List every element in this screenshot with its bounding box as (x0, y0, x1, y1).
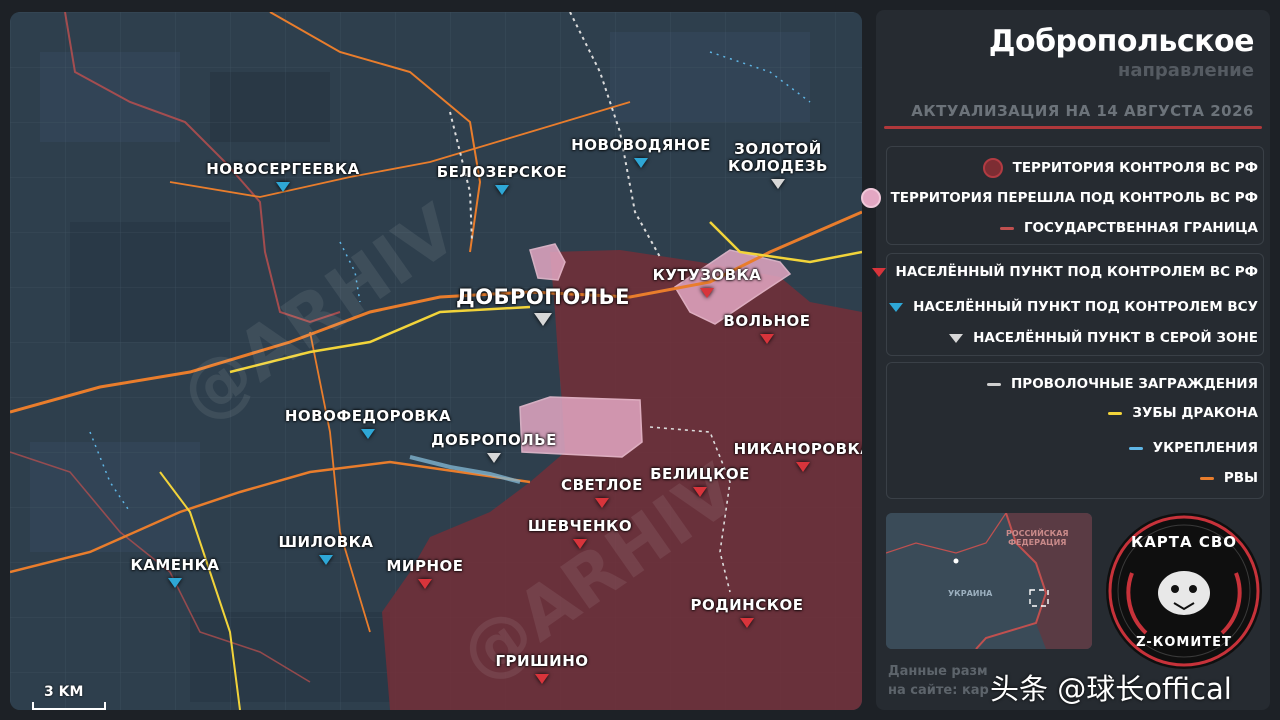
settlement-marker-icon[interactable] (534, 313, 552, 326)
legend-label: НАСЕЛЁННЫЙ ПУНКТ ПОД КОНТРОЛЕМ ВС РФ (895, 264, 1258, 280)
legend-label: РВЫ (1223, 470, 1258, 486)
legend-label: ТЕРРИТОРИЯ ПЕРЕШЛА ПОД КОНТРОЛЬ ВС РФ (890, 190, 1258, 206)
legend-swatch-icon (987, 382, 1001, 386)
legend-label: ПРОВОЛОЧНЫЕ ЗАГРАЖДЕНИЯ (1011, 376, 1258, 392)
settlement-marker-icon[interactable] (634, 158, 648, 168)
settlement-marker-icon[interactable] (760, 334, 774, 344)
legend-swatch-icon (1128, 446, 1143, 450)
place-label-novofedorovka[interactable]: НОВОФЕДОРОВКА (285, 408, 451, 425)
logo-top-text: КАРТА СВО (1130, 533, 1238, 551)
settlement-marker-icon[interactable] (700, 288, 714, 298)
place-label-belitskoe[interactable]: БЕЛИЦКОЕ (650, 466, 750, 483)
legend-label: ГОСУДАРСТВЕННАЯ ГРАНИЦА (1023, 220, 1258, 236)
place-label-shevchenko[interactable]: ШЕВЧЕНКО (528, 518, 632, 535)
place-label-kutuzovka[interactable]: КУТУЗОВКА (653, 267, 762, 284)
logo-bottom-text: Z-КОМИТЕТ (1136, 635, 1232, 650)
scale-label: 3 KM (44, 684, 84, 700)
place-label-mirnoe[interactable]: МИРНОЕ (386, 558, 463, 575)
legend-label: ЗУБЫ ДРАКОНА (1132, 405, 1258, 421)
footer-note: Данные разм на сайте: кар (888, 662, 989, 700)
legend-swatch-icon (1108, 411, 1123, 415)
legend-panel: Добропольское направление АКТУАЛИЗАЦИЯ Н… (860, 10, 1270, 710)
place-label-kamenka[interactable]: КАМЕНКА (131, 557, 220, 574)
legend-swatch-icon (889, 302, 904, 312)
settlement-marker-icon[interactable] (693, 487, 707, 497)
settlement-marker-icon[interactable] (595, 498, 609, 508)
settlement-marker-icon[interactable] (487, 453, 501, 463)
settlement-marker-icon[interactable] (796, 462, 810, 472)
place-label-volnoe[interactable]: ВОЛЬНОЕ (723, 313, 810, 330)
settlement-marker-icon[interactable] (535, 674, 549, 684)
legend-swatch-icon (1199, 476, 1214, 480)
legend-row-area: ГОСУДАРСТВЕННАЯ ГРАНИЦА (999, 218, 1258, 238)
place-label-dobropolye[interactable]: ДОБРОПОЛЬЕ (431, 432, 557, 449)
place-label-zolotoy-kolodez[interactable]: ЗОЛОТОЙ КОЛОДЕЗЬ (728, 141, 828, 175)
footer-line-2: на сайте: кар (888, 683, 989, 698)
place-label-svetloe[interactable]: СВЕТЛОЕ (561, 477, 643, 494)
settlement-marker-icon[interactable] (771, 179, 785, 189)
scale-bar-line (32, 702, 106, 710)
panel-subtitle: направление (1117, 60, 1254, 81)
legend-swatch-icon (999, 226, 1014, 230)
legend-label: НАСЕЛЁННЫЙ ПУНКТ В СЕРОЙ ЗОНЕ (973, 330, 1258, 346)
legend-label: НАСЕЛЁННЫЙ ПУНКТ ПОД КОНТРОЛЕМ ВСУ (913, 299, 1258, 315)
settlement-marker-icon[interactable] (740, 618, 754, 628)
legend-row-defense: ПРОВОЛОЧНЫЕ ЗАГРАЖДЕНИЯ (987, 374, 1258, 394)
inset-label-ukraine: УКРАИНА (948, 589, 993, 598)
legend-row-place: НАСЕЛЁННЫЙ ПУНКТ ПОД КОНТРОЛЕМ ВСУ (889, 297, 1258, 317)
place-label-grishino[interactable]: ГРИШИНО (496, 653, 589, 670)
settlement-marker-icon[interactable] (418, 579, 432, 589)
place-label-dobropolye-city[interactable]: ДОБРОПОЛЬЕ (456, 285, 630, 309)
place-label-nikanorovka[interactable]: НИКАНОРОВКА (734, 441, 862, 458)
update-date: АКТУАЛИЗАЦИЯ НА 14 АВГУСТА 2026 (911, 102, 1254, 120)
legend-label: УКРЕПЛЕНИЯ (1152, 440, 1258, 456)
inset-label-russia: РОССИЙСКАЯ ФЕДЕРАЦИЯ (1006, 529, 1069, 547)
place-label-shilovka[interactable]: ШИЛОВКА (278, 534, 373, 551)
legend-row-defense: УКРЕПЛЕНИЯ (1128, 438, 1258, 458)
corner-watermark: 头条 @球长offical (990, 672, 1232, 706)
legend-row-defense: РВЫ (1199, 468, 1258, 488)
footer-line-1: Данные разм (888, 664, 988, 679)
legend-swatch-icon (860, 188, 881, 208)
legend-row-area: ТЕРРИТОРИЯ КОНТРОЛЯ ВС РФ (982, 158, 1258, 178)
place-label-novosergeevka[interactable]: НОВОСЕРГЕЕВКА (206, 161, 360, 178)
logo: КАРТА СВО Z-КОМИТЕТ (1106, 513, 1262, 669)
legend-row-defense: ЗУБЫ ДРАКОНА (1108, 403, 1258, 423)
overview-inset-map: РОССИЙСКАЯ ФЕДЕРАЦИЯ УКРАИНА (886, 513, 1092, 649)
legend-swatch-icon (949, 333, 964, 343)
panel-title: Добропольское (988, 24, 1255, 59)
settlement-marker-icon[interactable] (276, 182, 290, 192)
legend-label: ТЕРРИТОРИЯ КОНТРОЛЯ ВС РФ (1012, 160, 1258, 176)
settlement-marker-icon[interactable] (361, 429, 375, 439)
settlement-marker-icon[interactable] (319, 555, 333, 565)
legend-swatch-icon (982, 158, 1003, 178)
settlement-marker-icon[interactable] (573, 539, 587, 549)
legend-row-place: НАСЕЛЁННЫЙ ПУНКТ ПОД КОНТРОЛЕМ ВС РФ (871, 262, 1258, 282)
legend-row-place: НАСЕЛЁННЫЙ ПУНКТ В СЕРОЙ ЗОНЕ (949, 328, 1258, 348)
scale-bar: 3 KM (32, 684, 106, 710)
settlement-marker-icon[interactable] (168, 578, 182, 588)
legend-row-area: ТЕРРИТОРИЯ ПЕРЕШЛА ПОД КОНТРОЛЬ ВС РФ (860, 188, 1258, 208)
place-label-novovodyanoe[interactable]: НОВОВОДЯНОЕ (571, 137, 711, 154)
legend-swatch-icon (871, 267, 886, 277)
map-canvas[interactable]: @ARHIV @ARHIV НОВОСЕРГЕЕВКА БЕЛОЗЕРСКОЕ НО… (10, 12, 862, 710)
place-label-rodinskoe[interactable]: РОДИНСКОЕ (691, 597, 804, 614)
settlement-marker-icon[interactable] (495, 185, 509, 195)
accent-divider (884, 126, 1262, 129)
place-label-belozerskoe[interactable]: БЕЛОЗЕРСКОЕ (437, 164, 568, 181)
